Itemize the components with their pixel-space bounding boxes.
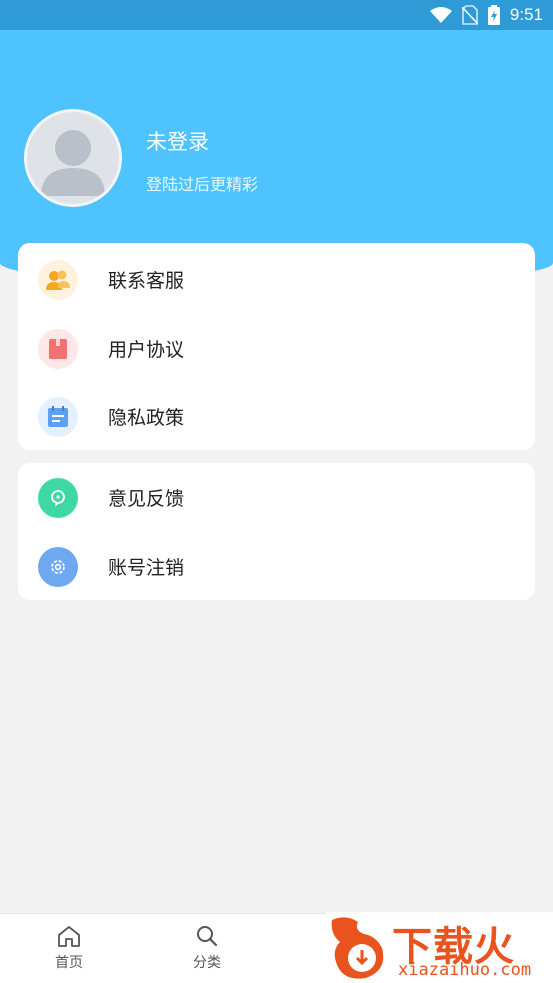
status-time: 9:51 bbox=[509, 5, 543, 24]
no-sim-icon bbox=[461, 5, 478, 25]
menu-item-label: 隐私政策 bbox=[108, 407, 185, 429]
menu-item-label: 用户协议 bbox=[108, 339, 185, 361]
battery-icon bbox=[487, 5, 500, 25]
login-prompt: 登陆过后更精彩 bbox=[146, 175, 259, 194]
privacy-policy-icon bbox=[38, 396, 78, 437]
default-avatar-icon bbox=[41, 130, 105, 196]
flame-logo-icon bbox=[331, 917, 384, 979]
nav-item-category[interactable]: 分类 bbox=[167, 924, 247, 972]
search-icon bbox=[197, 926, 218, 947]
account-cancel-icon bbox=[38, 546, 78, 587]
status-icons: 9:51 bbox=[429, 4, 543, 26]
feedback-icon bbox=[38, 477, 78, 518]
menu-item-customer-service[interactable]: 联系客服 bbox=[18, 245, 535, 314]
login-status[interactable]: 未登录 bbox=[146, 126, 209, 156]
menu-item-label: 意见反馈 bbox=[108, 488, 185, 510]
customer-service-icon bbox=[38, 259, 78, 300]
menu-card-account: 意见反馈 账号注销 bbox=[18, 463, 535, 600]
menu-item-feedback[interactable]: 意见反馈 bbox=[18, 463, 535, 532]
menu-item-label: 账号注销 bbox=[108, 557, 185, 579]
home-icon bbox=[58, 926, 80, 947]
avatar[interactable] bbox=[24, 109, 122, 207]
nav-item-home[interactable]: 首页 bbox=[29, 924, 109, 972]
menu-item-label: 联系客服 bbox=[108, 270, 185, 292]
watermark: 下载火 xiazaihuo.com bbox=[326, 912, 553, 983]
status-bar: 9:51 bbox=[0, 0, 553, 30]
nav-label: 分类 bbox=[193, 955, 221, 971]
watermark-url: xiazaihuo.com bbox=[398, 960, 532, 980]
nav-label: 首页 bbox=[55, 955, 83, 971]
menu-item-privacy-policy[interactable]: 隐私政策 bbox=[18, 382, 535, 451]
wifi-icon bbox=[429, 7, 452, 23]
user-agreement-icon bbox=[38, 328, 78, 369]
menu-item-account-cancel[interactable]: 账号注销 bbox=[18, 532, 535, 601]
menu-card-main: 联系客服 用户协议 隐私政策 bbox=[18, 243, 535, 450]
menu-item-user-agreement[interactable]: 用户协议 bbox=[18, 314, 535, 383]
